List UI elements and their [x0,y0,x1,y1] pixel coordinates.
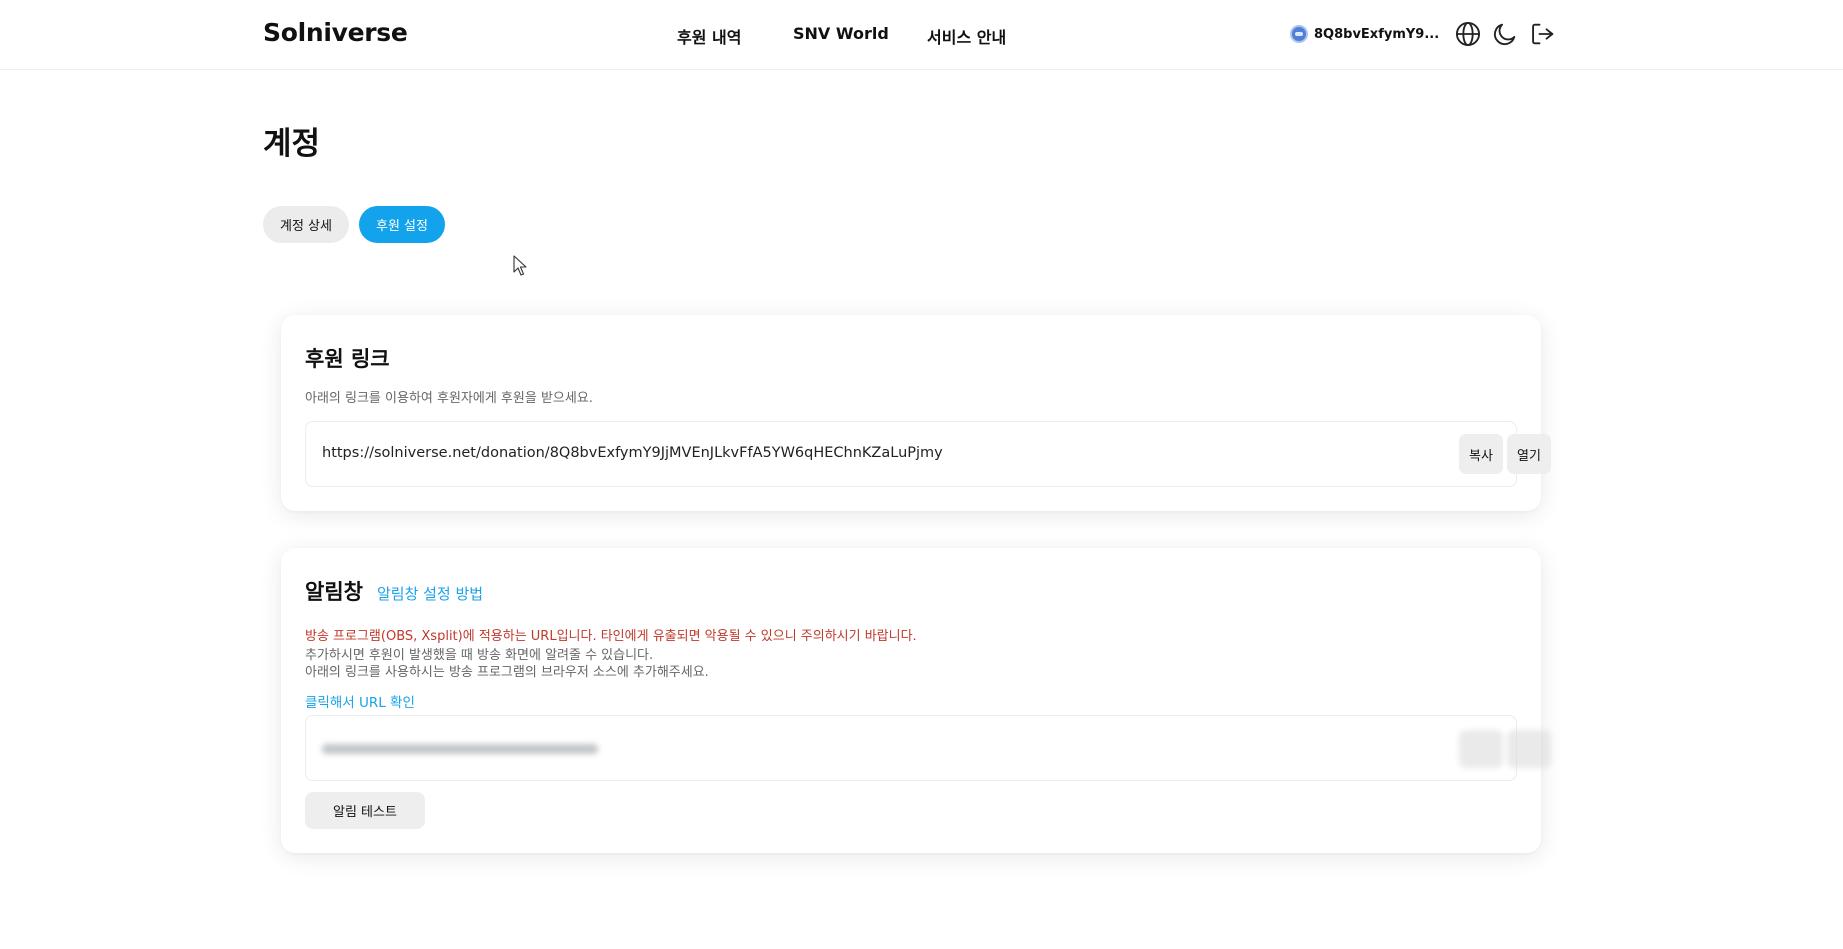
tab-account-details[interactable]: 계정 상세 [263,206,349,243]
nav-donation-history[interactable]: 후원 내역 [677,24,741,48]
nav-service-guide[interactable]: 서비스 안내 [927,24,1006,48]
logout-icon[interactable] [1529,20,1557,48]
mouse-cursor-icon [513,255,527,276]
copy-button[interactable]: 복사 [1459,434,1503,474]
globe-icon[interactable] [1454,20,1482,48]
wallet-address: 8Q8bvExfymY9... [1314,26,1440,42]
donation-link-title: 후원 링크 [305,347,390,371]
tab-donation-settings[interactable]: 후원 설정 [358,206,445,243]
wallet-avatar [1290,25,1308,43]
top-header: Solniverse 후원 내역 SNV World 서비스 안내 8Q8bvE… [0,0,1843,70]
alert-title: 알림창 [305,580,363,604]
main-nav: 후원 내역 SNV World 서비스 안내 [0,24,1843,48]
open-button[interactable]: 열기 [1507,434,1551,474]
donation-url[interactable]: https://solniverse.net/donation/8Q8bvExf… [322,445,943,461]
alert-header: 알림창 알림창 설정 방법 [305,576,483,606]
alert-description-line2: 아래의 링크를 사용하시는 방송 프로그램의 브라우저 소스에 추가해주세요. [305,665,709,680]
alert-test-button[interactable]: 알림 테스트 [305,792,425,829]
alert-window-card: 알림창 알림창 설정 방법 방송 프로그램(OBS, Xsplit)에 적용하는… [281,548,1551,853]
wallet-address-button[interactable]: 8Q8bvExfymY9... [1290,24,1439,44]
donation-url-box: https://solniverse.net/donation/8Q8bvExf… [305,421,1551,487]
moon-icon[interactable] [1491,20,1519,48]
alert-url-box [305,715,1551,781]
alert-description-line1: 추가하시면 후원이 발생했을 때 방송 화면에 알려줄 수 있습니다. [305,648,654,663]
alert-setup-guide-link[interactable]: 알림창 설정 방법 [377,583,483,604]
page-title: 계정 [263,126,321,162]
reveal-url-link[interactable]: 클릭해서 URL 확인 [305,691,415,711]
alert-warning-text: 방송 프로그램(OBS, Xsplit)에 적용하는 URL입니다. 타인에게 … [305,629,917,644]
account-tabs: 계정 상세 후원 설정 [263,206,445,243]
donation-link-card: 후원 링크 아래의 링크를 이용하여 후원자에게 후원을 받으세요. https… [281,315,1551,511]
nav-snv-world[interactable]: SNV World [793,24,889,43]
donation-link-description: 아래의 링크를 이용하여 후원자에게 후원을 받으세요. [305,391,593,406]
